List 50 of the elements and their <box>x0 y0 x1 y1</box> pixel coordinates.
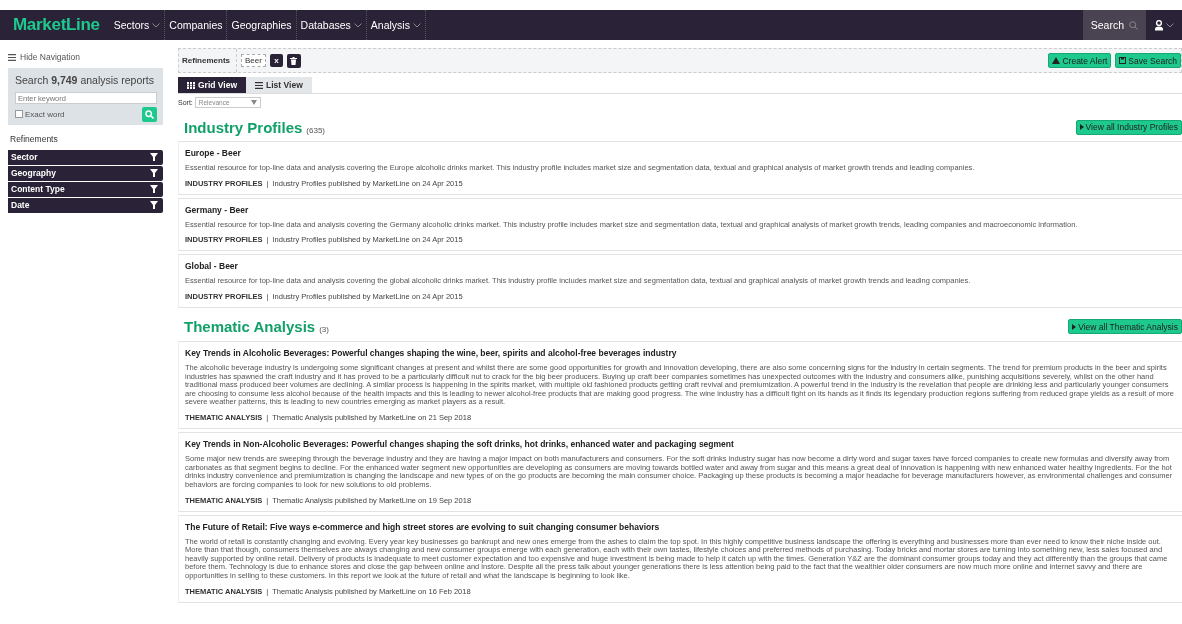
list-icon <box>255 81 264 89</box>
nav-menu-item[interactable]: Companies <box>165 10 228 40</box>
result-title[interactable]: Key Trends in Alcoholic Beverages: Powerful changes shaping the wine, beer, spirits and alcohol-free beverages industry <box>185 347 1176 358</box>
search-icon <box>1129 20 1138 30</box>
caret-right-icon <box>1079 124 1084 130</box>
search-button[interactable]: Search <box>1082 10 1146 40</box>
nav-menu-item[interactable]: Databases <box>296 10 367 40</box>
view-all-button[interactable]: View all Industry Profiles <box>1075 119 1182 135</box>
save-search-button[interactable]: Save Search <box>1115 53 1181 68</box>
section-title: Thematic Analysis (3) <box>184 318 329 336</box>
refinement-tag: Beer <box>241 54 266 67</box>
caret-right-icon <box>1072 323 1077 330</box>
section-title: Industry Profiles (635) <box>184 118 326 136</box>
hide-navigation-button[interactable]: Hide Navigation <box>8 52 80 62</box>
trash-icon <box>290 56 298 65</box>
grid-icon <box>187 81 195 89</box>
menu-icon <box>8 53 16 61</box>
filter-toggle[interactable]: Date <box>8 197 163 213</box>
result-title[interactable]: Global - Beer <box>185 261 1176 272</box>
view-all-button[interactable]: View all Thematic Analysis <box>1068 319 1182 335</box>
logo[interactable]: MarketLine <box>0 15 110 35</box>
clear-refinements-button[interactable] <box>286 53 301 68</box>
view-tab[interactable]: List View <box>246 77 312 93</box>
filter-toggle[interactable]: Geography <box>8 165 163 181</box>
view-tab[interactable]: Grid View <box>178 77 247 93</box>
nav-menu-item[interactable]: Analysis <box>366 10 426 40</box>
create-alert-button[interactable]: Create Alert <box>1048 53 1112 68</box>
caret-icon <box>152 22 161 28</box>
search-icon <box>145 109 154 119</box>
result-title[interactable]: Europe - Beer <box>185 148 1176 158</box>
search-title: Search 9,749 analysis reports <box>15 74 155 86</box>
result-title[interactable]: The Future of Retail: Five ways e-commerce and high street stores are evolving to suit changing consumer behaviors <box>185 521 1176 532</box>
refinements-label: Refinements <box>182 49 237 72</box>
exact-word-checkbox[interactable] <box>15 110 23 118</box>
filter-toggle[interactable]: Sector <box>8 149 163 165</box>
refinements-heading: Refinements <box>10 133 59 144</box>
dropdown-icon <box>250 100 257 105</box>
result-title[interactable]: Germany - Beer <box>185 204 1176 215</box>
caret-icon <box>353 22 362 28</box>
save-icon <box>1119 57 1127 64</box>
caret-icon <box>1166 22 1174 28</box>
exact-word-label: Exact word <box>25 109 65 119</box>
caret-icon <box>412 22 421 28</box>
filter-toggle[interactable]: Content Type <box>8 181 163 197</box>
nav-menu-item[interactable]: Sectors <box>109 10 166 40</box>
remove-tag-button[interactable]: x <box>269 54 283 67</box>
nav-menu-item[interactable]: Geographies <box>227 10 297 40</box>
warning-icon <box>1052 57 1061 64</box>
result-title[interactable]: Key Trends in Non-Alcoholic Beverages: Powerful changes shaping the soft drinks, hot drinks, enhanced water and packaging segment <box>185 439 1176 449</box>
user-icon <box>1154 19 1164 31</box>
